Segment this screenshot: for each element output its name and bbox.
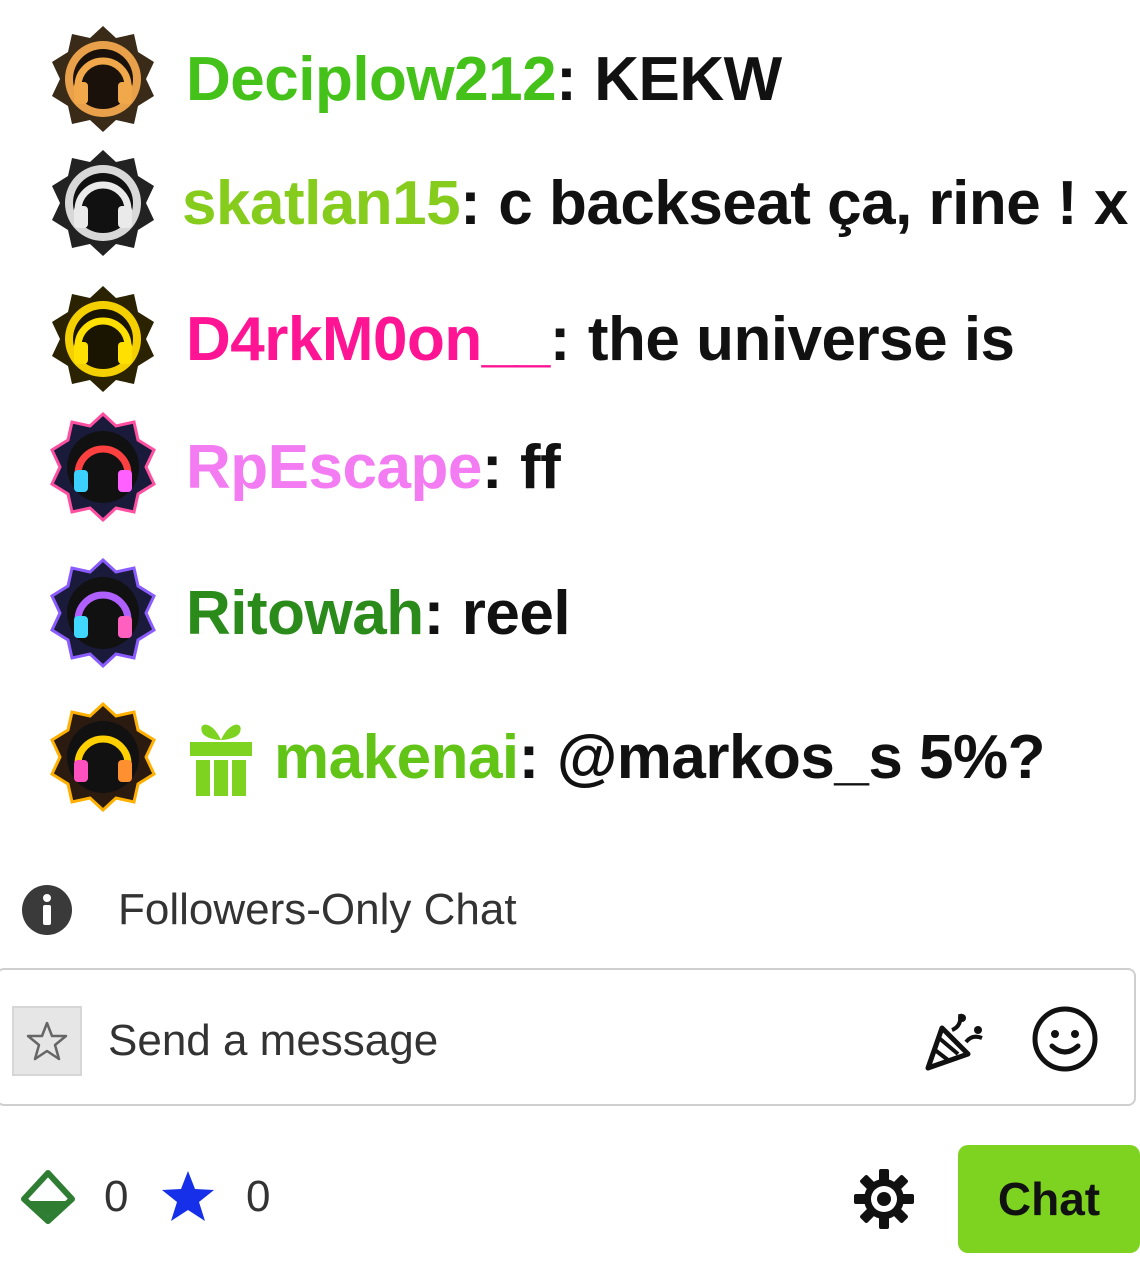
headphones-badge-neon-icon[interactable] xyxy=(48,558,158,668)
gift-icon xyxy=(186,716,256,798)
followers-only-notice: Followers-Only Chat xyxy=(20,880,517,940)
username[interactable]: Ritowah xyxy=(186,578,424,649)
chat-message: Ritowah: reel xyxy=(48,558,571,668)
username[interactable]: D4rkM0on__ xyxy=(186,304,550,375)
chat-message: RpEscape: ff xyxy=(48,412,561,522)
username[interactable]: makenai xyxy=(274,722,519,793)
favorite-button[interactable] xyxy=(12,1006,82,1076)
username[interactable]: RpEscape xyxy=(186,432,482,503)
chat-message: makenai: @markos_s 5%? xyxy=(48,702,1046,812)
headphones-badge-silver-icon[interactable] xyxy=(48,148,158,258)
message-text: reel xyxy=(461,578,571,648)
emoji-icon[interactable] xyxy=(1030,1004,1100,1074)
chat-input-box xyxy=(0,968,1136,1106)
channel-points-icon xyxy=(20,1169,76,1225)
chat-send-button[interactable]: Chat xyxy=(958,1145,1140,1253)
chat-messages: Deciplow212: KEKW skatlan15: c backseat … xyxy=(0,0,1140,840)
message-text: KEKW xyxy=(594,44,782,114)
gear-icon[interactable] xyxy=(852,1167,916,1231)
username[interactable]: Deciplow212 xyxy=(186,44,557,115)
message-text: c backseat ça, rine ! x xyxy=(498,168,1128,238)
headphones-badge-bronze-icon[interactable] xyxy=(48,24,158,134)
headphones-badge-gold-icon[interactable] xyxy=(48,284,158,394)
chat-message: D4rkM0on__: the universe is xyxy=(48,284,1015,394)
star-outline-icon xyxy=(26,1021,68,1061)
star-icon xyxy=(160,1169,216,1225)
stars-value: 0 xyxy=(246,1172,271,1221)
message-input[interactable] xyxy=(108,1006,888,1076)
followers-only-label: Followers-Only Chat xyxy=(118,885,517,934)
chat-message: skatlan15: c backseat ça, rine ! x xyxy=(48,148,1128,258)
message-text: ff xyxy=(519,432,561,502)
headphones-badge-rainbow-icon[interactable] xyxy=(48,702,158,812)
chat-message: Deciplow212: KEKW xyxy=(48,24,782,134)
party-popper-icon[interactable] xyxy=(922,1008,988,1074)
info-icon xyxy=(20,883,74,937)
message-text: the universe is xyxy=(587,304,1015,374)
stars-count[interactable]: 0 xyxy=(160,1167,270,1227)
username[interactable]: skatlan15 xyxy=(182,168,461,239)
headphones-badge-neon-icon[interactable] xyxy=(48,412,158,522)
channel-points[interactable]: 0 xyxy=(20,1167,128,1227)
channel-points-value: 0 xyxy=(104,1172,129,1221)
chat-footer: 0 0 Chat xyxy=(0,1145,1140,1255)
message-text: @markos_s 5%? xyxy=(556,722,1046,792)
